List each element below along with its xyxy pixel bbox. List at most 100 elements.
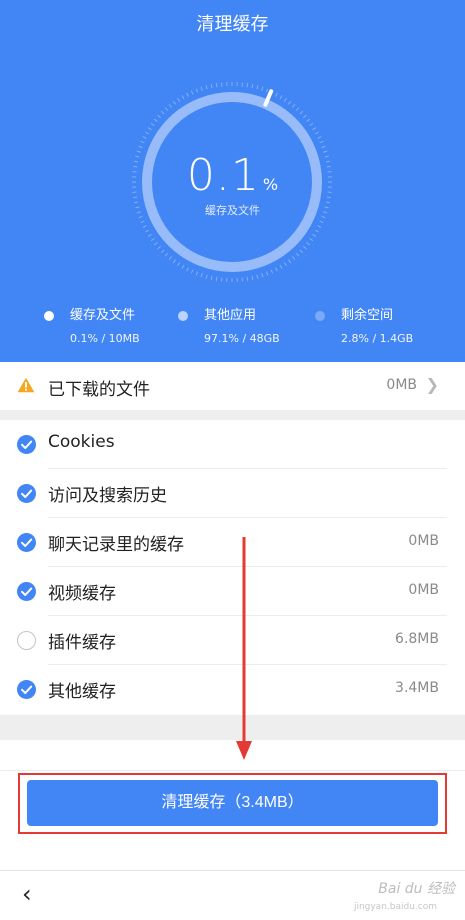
- ring-tick: [279, 264, 283, 269]
- legend-dot-icon: [44, 311, 54, 321]
- ring-tick: [150, 122, 155, 126]
- usage-percent: 0.1%: [0, 150, 465, 201]
- ring-tick: [256, 85, 259, 90]
- usage-percent-value: 0.1: [186, 150, 260, 201]
- ring-tick: [140, 140, 145, 144]
- list-item-label: 访问及搜索历史: [48, 486, 167, 506]
- ring-tick: [303, 245, 307, 250]
- legend-dot-icon: [315, 311, 325, 321]
- list-item-size: 0MB: [408, 533, 439, 549]
- ring-tick: [303, 114, 307, 119]
- ring-tick: [147, 127, 152, 131]
- ring-tick: [153, 118, 158, 122]
- legend-value: 0.1% / 10MB: [70, 332, 140, 345]
- checkbox-checked-icon[interactable]: [17, 435, 36, 454]
- annotation-highlight-box: [18, 773, 447, 834]
- list-item-label: 其他缓存: [48, 682, 116, 702]
- list-item-plugin-cache[interactable]: 插件缓存 6.8MB: [0, 616, 465, 665]
- ring-tick: [246, 83, 249, 88]
- ring-tick: [172, 100, 176, 105]
- ring-tick: [140, 220, 145, 224]
- ring-tick: [138, 145, 143, 149]
- downloaded-files-size: 0MB: [386, 377, 417, 393]
- ring-tick: [157, 114, 161, 119]
- ring-tick: [265, 271, 269, 276]
- ring-tick: [288, 100, 292, 105]
- checkbox-checked-icon[interactable]: [17, 582, 36, 601]
- storage-legend: 缓存及文件 0.1% / 10MB 其他应用 97.1% / 48GB 剩余空间…: [0, 304, 465, 350]
- ring-tick: [181, 95, 185, 100]
- ring-tick: [283, 97, 287, 102]
- list-item-history[interactable]: 访问及搜索历史: [0, 469, 465, 518]
- checkbox-checked-icon[interactable]: [17, 484, 36, 503]
- list-item-chat-cache[interactable]: 聊天记录里的缓存 0MB: [0, 518, 465, 567]
- downloaded-files-row[interactable]: 已下载的文件 0MB ❯: [0, 362, 465, 410]
- ring-tick: [177, 262, 181, 267]
- ring-tick: [210, 84, 213, 89]
- list-item-label: 插件缓存: [48, 633, 116, 653]
- ring-tick: [145, 229, 150, 233]
- ring-tick: [292, 103, 296, 108]
- checkbox-checked-icon[interactable]: [17, 533, 36, 552]
- ring-tick: [265, 88, 269, 93]
- checkbox-unchecked-icon[interactable]: [17, 631, 36, 650]
- list-item-size: 0MB: [408, 582, 439, 598]
- ring-tick: [275, 267, 278, 272]
- ring-tick: [153, 242, 158, 246]
- ring-tick: [164, 107, 169, 111]
- ring-tick: [177, 97, 181, 102]
- ring-tick: [246, 276, 249, 281]
- back-arrow-icon[interactable]: ‹: [22, 880, 32, 908]
- ring-tick: [314, 229, 319, 233]
- legend-name: 其他应用: [204, 308, 257, 323]
- ring-tick: [195, 271, 199, 276]
- section-divider: [0, 715, 465, 740]
- list-item-cookies[interactable]: Cookies: [0, 420, 465, 469]
- ring-tick: [160, 249, 165, 254]
- ring-tick: [168, 256, 172, 261]
- cache-list: Cookies 访问及搜索历史 聊天记录里的缓存 0MB 视频缓存 0MB 插件…: [0, 420, 465, 715]
- list-item-size: 6.8MB: [395, 631, 439, 647]
- downloaded-files-label: 已下载的文件: [48, 380, 150, 400]
- list-item-size: 3.4MB: [395, 680, 439, 696]
- ring-label: 缓存及文件: [205, 204, 260, 217]
- ring-tick: [314, 131, 319, 135]
- ring-tick: [172, 259, 176, 264]
- ring-tick: [288, 259, 292, 264]
- ring-tick: [251, 84, 254, 89]
- ring-tick: [145, 131, 150, 135]
- ring-tick: [142, 225, 147, 228]
- ring-tick: [283, 262, 287, 267]
- list-item-other-cache[interactable]: 其他缓存 3.4MB: [0, 665, 465, 714]
- ring-tick: [319, 140, 324, 144]
- ring-tick: [205, 274, 208, 279]
- ring-tick: [306, 242, 311, 246]
- ring-tick: [295, 107, 300, 111]
- list-item-video-cache[interactable]: 视频缓存 0MB: [0, 567, 465, 616]
- summary-header: 清理缓存 0.1% 缓存及文件 缓存及文件 0.1% / 10MB 其他应用 9…: [0, 0, 465, 362]
- ring-tick: [200, 273, 203, 278]
- warning-icon: [17, 377, 35, 393]
- ring-tick: [312, 233, 317, 237]
- ring-tick: [181, 264, 185, 269]
- list-item-label: 聊天记录里的缓存: [48, 535, 184, 555]
- ring-tick: [319, 220, 324, 224]
- ring-tick: [147, 233, 152, 237]
- ring-tick: [164, 253, 169, 257]
- ring-tick: [150, 238, 155, 242]
- section-divider: [0, 410, 465, 420]
- ring-tick: [195, 88, 199, 93]
- ring-tick: [317, 225, 322, 228]
- chevron-right-icon: ❯: [425, 375, 439, 394]
- ring-tick: [200, 86, 203, 91]
- ring-tick: [142, 136, 147, 139]
- ring-tick: [261, 273, 264, 278]
- ring-tick: [295, 253, 300, 257]
- ring-tick: [186, 92, 189, 97]
- legend-value: 2.8% / 1.4GB: [341, 332, 414, 345]
- checkbox-checked-icon[interactable]: [17, 680, 36, 699]
- ring-tick: [279, 95, 283, 100]
- ring-tick: [190, 90, 194, 95]
- ring-tick: [299, 110, 304, 115]
- legend-name: 剩余空间: [341, 308, 394, 323]
